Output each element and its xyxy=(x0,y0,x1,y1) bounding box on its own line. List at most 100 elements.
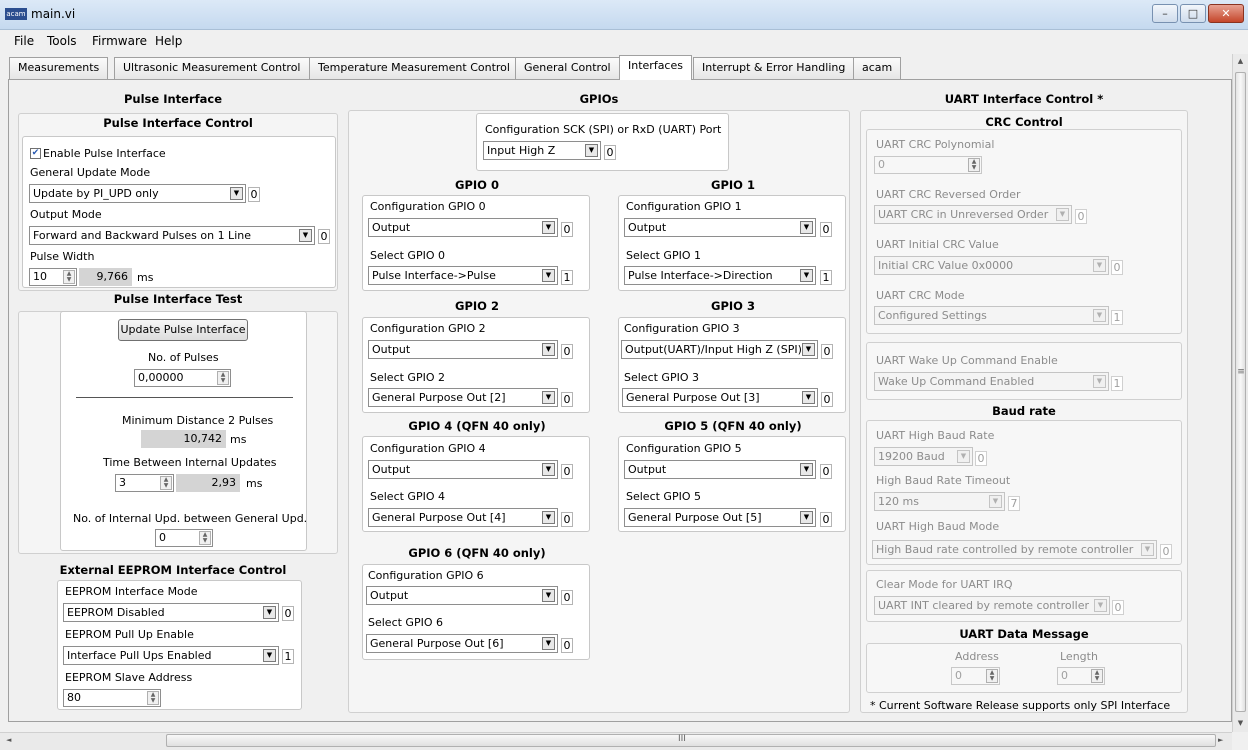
spinner-icon[interactable]: ▲ ▼ xyxy=(986,669,998,683)
gpio1-config-select[interactable]: Output ▼ xyxy=(624,218,816,237)
tab-general-control[interactable]: General Control xyxy=(515,57,620,79)
spinner-icon[interactable]: ▲ ▼ xyxy=(217,371,229,385)
crc-initial-select[interactable]: Initial CRC Value 0x0000 ▼ xyxy=(874,256,1109,275)
crc-polynomial-label: UART CRC Polynomial xyxy=(876,138,995,151)
address-input[interactable]: 0 ▲ ▼ xyxy=(951,667,1000,685)
gpio1-select[interactable]: Pulse Interface->Direction ▼ xyxy=(624,266,816,285)
high-baud-timeout-label: High Baud Rate Timeout xyxy=(876,474,1011,487)
gpio0-select[interactable]: Pulse Interface->Pulse ▼ xyxy=(368,266,558,285)
gpio4-config-select[interactable]: Output ▼ xyxy=(368,460,558,479)
high-baud-rate-index: 0 xyxy=(975,451,987,466)
spinner-icon[interactable]: ▲ ▼ xyxy=(160,476,172,490)
eeprom-pullup-select[interactable]: Interface Pull Ups Enabled ▼ xyxy=(63,646,279,665)
high-baud-rate-select[interactable]: 19200 Baud ▼ xyxy=(874,447,973,466)
spinner-icon[interactable]: ▲ ▼ xyxy=(147,691,159,705)
enable-pulse-checkbox[interactable]: ✔ xyxy=(30,148,41,159)
gpio2-select[interactable]: General Purpose Out [2] ▼ xyxy=(368,388,558,407)
tab-acam[interactable]: acam xyxy=(853,57,902,79)
scroll-left-icon[interactable]: ◄ xyxy=(6,736,11,744)
vertical-scroll-thumb[interactable] xyxy=(1235,72,1246,712)
gpio4-select-label: Select GPIO 4 xyxy=(370,490,445,503)
gpio6-select-label: Select GPIO 6 xyxy=(368,616,443,629)
gpio3-select-label: Select GPIO 3 xyxy=(624,371,699,384)
baud-rate-title: Baud rate xyxy=(992,404,1056,418)
length-input[interactable]: 0 ▲ ▼ xyxy=(1057,667,1105,685)
clear-mode-select[interactable]: UART INT cleared by remote controller ▼ xyxy=(874,596,1110,615)
data-message-box xyxy=(866,643,1182,693)
gpio5-select[interactable]: General Purpose Out [5] ▼ xyxy=(624,508,816,527)
output-mode-select[interactable]: Forward and Backward Pulses on 1 Line ▼ xyxy=(29,226,315,245)
eeprom-pullup-label: EEPROM Pull Up Enable xyxy=(65,628,194,641)
gpio6-config-index: 0 xyxy=(561,590,573,605)
general-update-mode-label: General Update Mode xyxy=(30,166,151,179)
gpio5-title: GPIO 5 (QFN 40 only) xyxy=(664,419,802,433)
no-of-pulses-input[interactable]: 0,00000 ▲ ▼ xyxy=(134,369,231,387)
tab-interfaces[interactable]: Interfaces xyxy=(619,55,692,80)
sck-config-index: 0 xyxy=(604,145,616,160)
high-baud-mode-select[interactable]: High Baud rate controlled by remote cont… xyxy=(872,540,1157,559)
minimize-button[interactable]: – xyxy=(1152,4,1178,23)
chevron-down-icon: ▼ xyxy=(1093,309,1106,322)
spinner-icon[interactable]: ▲ ▼ xyxy=(1091,669,1103,683)
gpio6-config-select[interactable]: Output ▼ xyxy=(366,586,558,605)
chevron-down-icon: ▼ xyxy=(542,269,555,282)
gpio0-config-select[interactable]: Output ▼ xyxy=(368,218,558,237)
menu-help[interactable]: Help xyxy=(155,34,182,48)
gpio3-config-select[interactable]: Output(UART)/Input High Z (SPI) ▼ xyxy=(621,340,818,359)
chevron-down-icon: ▼ xyxy=(800,269,813,282)
eeprom-slave-address-input[interactable]: 80 ▲ ▼ xyxy=(63,689,161,707)
pulse-width-indicator: 9,766 xyxy=(79,268,132,286)
gpio4-select[interactable]: General Purpose Out [4] ▼ xyxy=(368,508,558,527)
chevron-down-icon: ▼ xyxy=(957,450,970,463)
scroll-up-icon[interactable]: ▲ xyxy=(1235,57,1246,65)
gpio2-select-index: 0 xyxy=(561,392,573,407)
crc-polynomial-input[interactable]: 0 ▲ ▼ xyxy=(874,156,982,174)
scroll-down-icon[interactable]: ▼ xyxy=(1235,719,1246,727)
scroll-right-icon[interactable]: ► xyxy=(1218,736,1223,744)
close-button[interactable]: ✕ xyxy=(1208,4,1244,23)
enable-pulse-label: Enable Pulse Interface xyxy=(43,147,166,160)
high-baud-timeout-index: 7 xyxy=(1008,496,1020,511)
crc-reversed-select[interactable]: UART CRC in Unreversed Order ▼ xyxy=(874,205,1072,224)
general-update-mode-select[interactable]: Update by PI_UPD only ▼ xyxy=(29,184,246,203)
gpio5-config-select[interactable]: Output ▼ xyxy=(624,460,816,479)
gpio4-select-index: 0 xyxy=(561,512,573,527)
maximize-button[interactable]: □ xyxy=(1180,4,1206,23)
clear-mode-label: Clear Mode for UART IRQ xyxy=(876,578,1013,591)
crc-mode-select[interactable]: Configured Settings ▼ xyxy=(874,306,1109,325)
internal-upd-input[interactable]: 0 ▲ ▼ xyxy=(155,529,213,547)
gpio1-select-index: 1 xyxy=(820,270,832,285)
tab-ultrasonic[interactable]: Ultrasonic Measurement Control xyxy=(114,57,310,79)
spinner-icon[interactable]: ▲ ▼ xyxy=(199,531,211,545)
pulse-width-label: Pulse Width xyxy=(30,250,95,263)
eeprom-title: External EEPROM Interface Control xyxy=(59,563,287,577)
crc-mode-label: UART CRC Mode xyxy=(876,289,965,302)
sck-config-select[interactable]: Input High Z ▼ xyxy=(483,141,601,160)
high-baud-timeout-select[interactable]: 120 ms ▼ xyxy=(874,492,1005,511)
min-distance-indicator: 10,742 xyxy=(141,430,226,448)
horizontal-scroll-thumb[interactable] xyxy=(166,734,1216,747)
chevron-down-icon: ▼ xyxy=(1094,599,1107,612)
menu-tools[interactable]: Tools xyxy=(47,34,77,48)
gpio0-select-label: Select GPIO 0 xyxy=(370,249,445,262)
gpio3-select[interactable]: General Purpose Out [3] ▼ xyxy=(622,388,818,407)
gpio5-config-index: 0 xyxy=(820,464,832,479)
spinner-icon[interactable]: ▲ ▼ xyxy=(63,270,75,284)
gpio6-select[interactable]: General Purpose Out [6] ▼ xyxy=(366,634,558,653)
high-baud-mode-index: 0 xyxy=(1160,544,1172,559)
gpio1-select-label: Select GPIO 1 xyxy=(626,249,701,262)
update-pulse-interface-button[interactable]: Update Pulse Interface xyxy=(118,319,248,341)
scroll-grip-icon: ≡ xyxy=(1237,367,1245,377)
menu-firmware[interactable]: Firmware xyxy=(92,34,147,48)
tab-interrupt[interactable]: Interrupt & Error Handling xyxy=(693,57,855,79)
spinner-icon[interactable]: ▲ ▼ xyxy=(968,158,980,172)
gpio2-config-select[interactable]: Output ▼ xyxy=(368,340,558,359)
tab-measurements[interactable]: Measurements xyxy=(9,57,109,79)
tab-temperature[interactable]: Temperature Measurement Control xyxy=(309,57,519,79)
chevron-down-icon: ▼ xyxy=(542,463,555,476)
menu-file[interactable]: File xyxy=(14,34,34,48)
wake-up-select[interactable]: Wake Up Command Enabled ▼ xyxy=(874,372,1109,391)
pulse-width-input[interactable]: 10 ▲ ▼ xyxy=(29,268,77,286)
eeprom-mode-select[interactable]: EEPROM Disabled ▼ xyxy=(63,603,279,622)
time-between-updates-input[interactable]: 3 ▲ ▼ xyxy=(115,474,174,492)
